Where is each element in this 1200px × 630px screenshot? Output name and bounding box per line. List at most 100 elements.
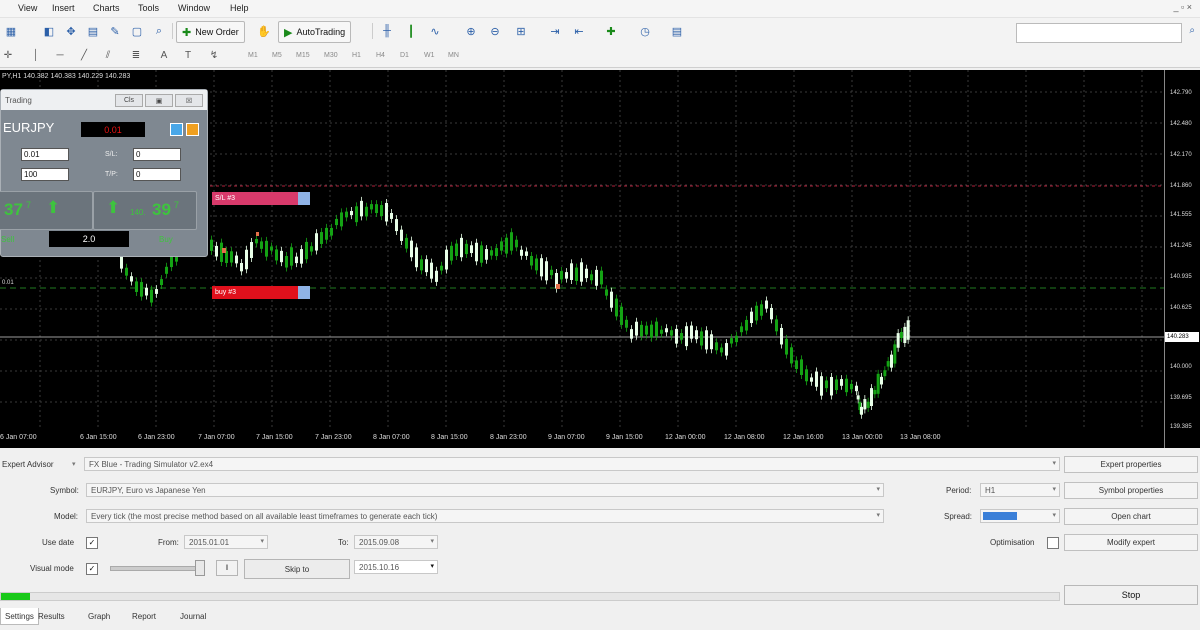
open-chart-button[interactable]: Open chart [1064, 508, 1198, 525]
speed-slider[interactable] [110, 566, 202, 571]
trendline-icon[interactable]: ╱ [76, 47, 92, 63]
trading-symbol: EURJPY [3, 120, 55, 135]
menu-window[interactable]: Window [178, 3, 210, 13]
model-select[interactable]: Every tick (the most precise method base… [86, 509, 884, 523]
window-controls[interactable]: _ ▫ × [1174, 2, 1192, 12]
timeframe-w1[interactable]: W1 [422, 48, 437, 63]
buy-button[interactable]: ⬆ 140. 39 7 [93, 191, 197, 230]
panel-close-text-button[interactable]: Cls [115, 94, 143, 107]
timeframe-h4[interactable]: H4 [374, 48, 387, 63]
timeframe-m15[interactable]: M15 [294, 48, 312, 63]
timeframe-h1[interactable]: H1 [350, 48, 363, 63]
candlestick-icon[interactable]: ┃ [402, 22, 420, 40]
timeframe-d1[interactable]: D1 [398, 48, 411, 63]
tab-journal[interactable]: Journal [176, 608, 210, 624]
tp-stepper[interactable]: 0 [133, 168, 181, 181]
candle [720, 347, 723, 353]
trading-panel-titlebar[interactable]: Trading Cls ▣ ☒ [1, 90, 207, 110]
optimisation-checkbox[interactable] [1047, 537, 1059, 549]
lot-size-stepper[interactable]: 0.01 [21, 148, 69, 161]
from-date-field[interactable]: 2015.01.01 ▾ [184, 535, 268, 549]
signals-icon[interactable]: ✋ [255, 22, 273, 40]
bar-chart-icon[interactable]: ╫ [378, 22, 396, 40]
buy-label[interactable]: Buy [159, 235, 173, 244]
modify-expert-button[interactable]: Modify expert [1064, 534, 1198, 551]
menu-charts[interactable]: Charts [93, 3, 120, 13]
terminal-icon[interactable]: ▢ [128, 22, 146, 40]
visual-mode-checkbox[interactable]: ✓ [86, 563, 98, 575]
timeframe-m30[interactable]: M30 [322, 48, 340, 63]
zoom-in-icon[interactable]: ⊕ [462, 22, 480, 40]
deviation-stepper[interactable]: 100 [21, 168, 69, 181]
info-icon[interactable] [186, 123, 199, 136]
autotrading-button[interactable]: ▶ AutoTrading [278, 21, 352, 43]
search-icon[interactable]: ⌕ [1189, 25, 1195, 36]
chart-shift-icon[interactable]: ⇤ [570, 22, 588, 40]
text-icon[interactable]: A [156, 47, 172, 63]
pause-button[interactable]: ‖ [216, 560, 238, 576]
candle [520, 249, 523, 256]
panel-maximize-button[interactable]: ▣ [145, 94, 173, 107]
candle [585, 268, 588, 279]
period-select[interactable]: H1 ▾ [980, 483, 1060, 497]
templates-icon[interactable]: ▤ [668, 22, 686, 40]
tester-icon[interactable]: ⌕ [150, 22, 168, 40]
text-label-icon[interactable]: T [180, 47, 196, 63]
new-order-button[interactable]: ✚ New Order [176, 21, 245, 43]
line-chart-icon[interactable]: ∿ [426, 22, 444, 40]
symbol-properties-button[interactable]: Symbol properties [1064, 482, 1198, 499]
symbol-select[interactable]: EURJPY, Euro vs Japanese Yen ▾ [86, 483, 884, 497]
skip-date-field[interactable]: 2015.10.16 ▾ [354, 560, 438, 574]
stop-button[interactable]: Stop [1064, 585, 1198, 605]
auto-scroll-icon[interactable]: ⇥ [546, 22, 564, 40]
navigator-icon[interactable]: ✎ [106, 22, 124, 40]
search-input[interactable] [1016, 23, 1182, 43]
vertical-line-icon[interactable]: │ [28, 47, 44, 63]
buy-order-tag[interactable]: buy #3 [212, 286, 310, 299]
candle [125, 267, 128, 276]
sell-button[interactable]: 37 7 ⬆ [0, 191, 93, 230]
tab-results[interactable]: Results [34, 608, 69, 624]
menu-help[interactable]: Help [230, 3, 249, 13]
new-chart-icon[interactable]: ▦ [2, 22, 20, 40]
expert-properties-button[interactable]: Expert properties [1064, 456, 1198, 473]
timeframe-mn[interactable]: MN [446, 48, 461, 63]
equidistant-channel-icon[interactable]: ⫽ [100, 47, 116, 63]
spread-select[interactable]: ▾ [980, 509, 1060, 523]
sl-stepper[interactable]: 0 [133, 148, 181, 161]
chevron-down-icon[interactable]: ▾ [72, 460, 76, 468]
horizontal-line-icon[interactable]: ─ [52, 47, 68, 63]
profiles-icon[interactable]: ◧ [40, 22, 58, 40]
data-window-icon[interactable]: ▤ [84, 22, 102, 40]
menu-insert[interactable]: Insert [52, 3, 75, 13]
skip-to-button[interactable]: Skip to [244, 559, 350, 579]
candle [900, 331, 903, 339]
panel-close-button[interactable]: ☒ [175, 94, 203, 107]
timeframe-m5[interactable]: M5 [270, 48, 284, 63]
tile-windows-icon[interactable]: ⊞ [512, 22, 530, 40]
arrows-icon[interactable]: ↯ [206, 47, 222, 63]
drag-handle[interactable] [298, 286, 310, 299]
tab-graph[interactable]: Graph [84, 608, 114, 624]
tab-report[interactable]: Report [128, 608, 160, 624]
settings-icon[interactable] [170, 123, 183, 136]
use-date-checkbox[interactable]: ✓ [86, 537, 98, 549]
indicators-icon[interactable]: ✚ [602, 22, 620, 40]
expert-select[interactable]: FX Blue - Trading Simulator v2.ex4 ▾ [84, 457, 1060, 471]
to-date-field[interactable]: 2015.09.08 ▾ [354, 535, 438, 549]
trading-panel-title: Trading [5, 96, 32, 105]
candle [820, 376, 823, 396]
timeframe-m1[interactable]: M1 [246, 48, 260, 63]
drag-handle[interactable] [298, 192, 310, 205]
menu-tools[interactable]: Tools [138, 3, 159, 13]
trade-marker [222, 248, 226, 253]
sell-label[interactable]: Sell [1, 235, 14, 244]
speed-slider-handle[interactable] [195, 560, 205, 576]
periods-icon[interactable]: ◷ [636, 22, 654, 40]
stop-loss-tag[interactable]: S/L #3 [212, 192, 310, 205]
fibonacci-icon[interactable]: ≣ [128, 47, 144, 63]
market-watch-icon[interactable]: ✥ [62, 22, 80, 40]
zoom-out-icon[interactable]: ⊖ [486, 22, 504, 40]
crosshair-icon[interactable]: ✛ [0, 47, 16, 63]
menu-view[interactable]: View [18, 3, 37, 13]
